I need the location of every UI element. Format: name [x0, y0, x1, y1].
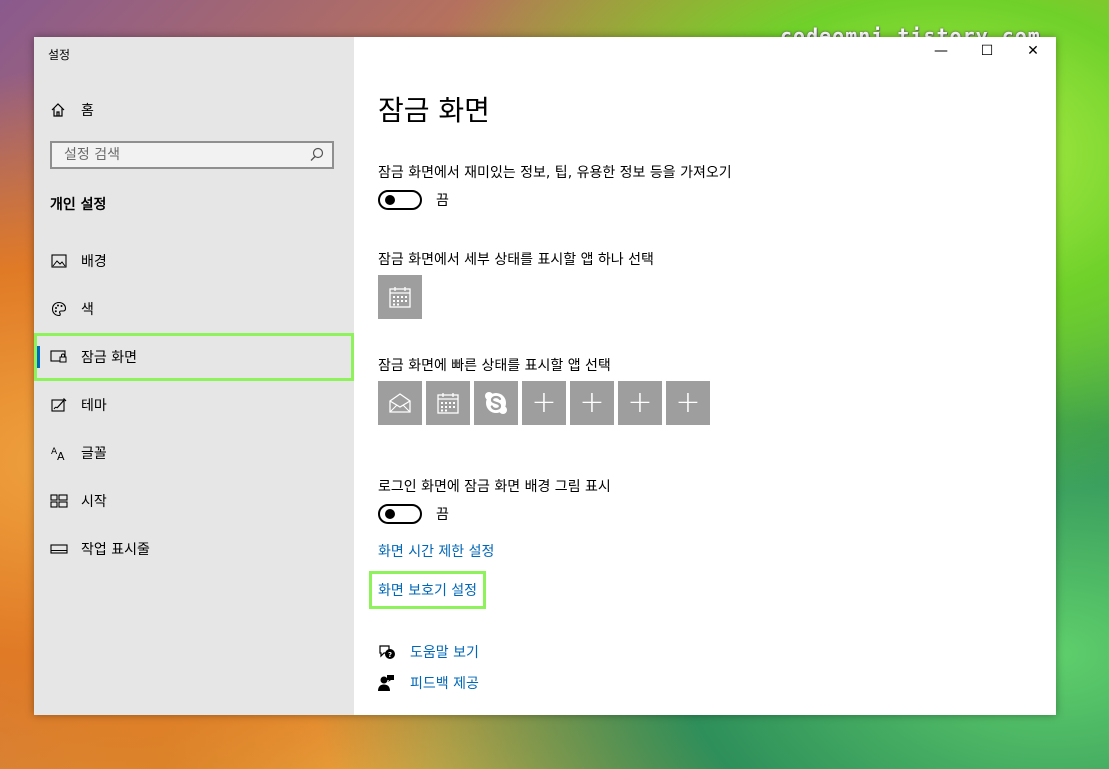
- settings-window: 설정 홈 개인 설정 배경 색: [34, 37, 1056, 715]
- detailed-status-label: 잠금 화면에서 세부 상태를 표시할 앱 하나 선택: [378, 252, 654, 268]
- sidebar-item-label: 테마: [81, 398, 107, 414]
- fun-facts-toggle-row: 끔: [378, 190, 449, 210]
- sidebar-item-label: 글꼴: [81, 446, 107, 462]
- quick-status-add-button[interactable]: +: [666, 381, 710, 425]
- home-label: 홈: [81, 103, 94, 119]
- feedback-person-icon: [378, 674, 396, 692]
- home-icon: [50, 102, 68, 118]
- sidebar-item-taskbar[interactable]: 작업 표시줄: [34, 525, 354, 573]
- plus-icon: +: [531, 385, 557, 420]
- sidebar-item-label: 색: [81, 302, 94, 318]
- feedback-link-row[interactable]: 피드백 제공: [378, 673, 479, 693]
- minimize-button[interactable]: —: [926, 43, 956, 59]
- sidebar: 설정 홈 개인 설정 배경 색: [34, 37, 354, 715]
- fun-facts-toggle[interactable]: [378, 190, 422, 210]
- calendar-icon: [437, 393, 459, 414]
- maximize-button[interactable]: ☐: [972, 43, 1002, 59]
- svg-text:A: A: [57, 450, 65, 461]
- help-link[interactable]: 도움말 보기: [410, 642, 479, 662]
- toggle-state: 끔: [436, 193, 449, 209]
- plus-icon: +: [627, 385, 653, 420]
- page-title: 잠금 화면: [378, 94, 490, 127]
- picture-icon: [50, 252, 68, 270]
- main-content: — ☐ ✕ 잠금 화면 잠금 화면에서 재미있는 정보, 팁, 유용한 정보 등…: [354, 37, 1056, 715]
- signin-background-label: 로그인 화면에 잠금 화면 배경 그림 표시: [378, 479, 611, 495]
- fun-facts-label: 잠금 화면에서 재미있는 정보, 팁, 유용한 정보 등을 가져오기: [378, 165, 732, 181]
- theme-icon: [50, 396, 68, 414]
- sidebar-item-lock-screen[interactable]: 잠금 화면: [34, 333, 354, 381]
- palette-icon: [50, 300, 68, 318]
- sidebar-item-label: 배경: [81, 254, 107, 270]
- quick-status-label: 잠금 화면에 빠른 상태를 표시할 앱 선택: [378, 358, 611, 374]
- plus-icon: +: [675, 385, 701, 420]
- sidebar-item-color[interactable]: 색: [34, 285, 354, 333]
- search-box[interactable]: [50, 141, 334, 169]
- start-icon: [50, 492, 68, 510]
- skype-icon: [485, 392, 507, 414]
- lock-screen-icon: [50, 348, 68, 366]
- feedback-link[interactable]: 피드백 제공: [410, 673, 479, 693]
- sidebar-item-start[interactable]: 시작: [34, 477, 354, 525]
- sidebar-item-label: 시작: [81, 494, 107, 510]
- home-nav[interactable]: 홈: [50, 100, 94, 120]
- calendar-icon: [389, 287, 411, 308]
- quick-status-mail-button[interactable]: [378, 381, 422, 425]
- sidebar-item-background[interactable]: 배경: [34, 237, 354, 285]
- mail-icon: [389, 393, 411, 413]
- search-icon: [310, 146, 324, 165]
- quick-status-add-button[interactable]: +: [522, 381, 566, 425]
- signin-background-toggle[interactable]: [378, 504, 422, 524]
- font-icon: AA: [50, 444, 68, 462]
- toggle-state: 끔: [436, 507, 449, 523]
- help-link-row[interactable]: ? 도움말 보기: [378, 642, 479, 662]
- close-button[interactable]: ✕: [1018, 43, 1048, 59]
- quick-status-add-button[interactable]: +: [618, 381, 662, 425]
- sidebar-item-theme[interactable]: 테마: [34, 381, 354, 429]
- quick-status-calendar-button[interactable]: [426, 381, 470, 425]
- quick-status-skype-button[interactable]: [474, 381, 518, 425]
- search-input[interactable]: [62, 146, 296, 164]
- svg-text:?: ?: [388, 651, 392, 659]
- help-chat-icon: ?: [378, 644, 396, 660]
- taskbar-icon: [50, 540, 68, 558]
- section-heading: 개인 설정: [50, 197, 107, 213]
- quick-status-add-button[interactable]: +: [570, 381, 614, 425]
- sidebar-item-fonts[interactable]: AA 글꼴: [34, 429, 354, 477]
- window-title: 설정: [48, 48, 71, 62]
- plus-icon: +: [579, 385, 605, 420]
- signin-background-toggle-row: 끔: [378, 504, 449, 524]
- sidebar-item-label: 작업 표시줄: [81, 542, 150, 558]
- sidebar-item-label: 잠금 화면: [81, 350, 137, 366]
- screen-timeout-link[interactable]: 화면 시간 제한 설정: [378, 541, 494, 561]
- screensaver-settings-link[interactable]: 화면 보호기 설정: [368, 571, 487, 609]
- detailed-status-app-button[interactable]: [378, 275, 422, 319]
